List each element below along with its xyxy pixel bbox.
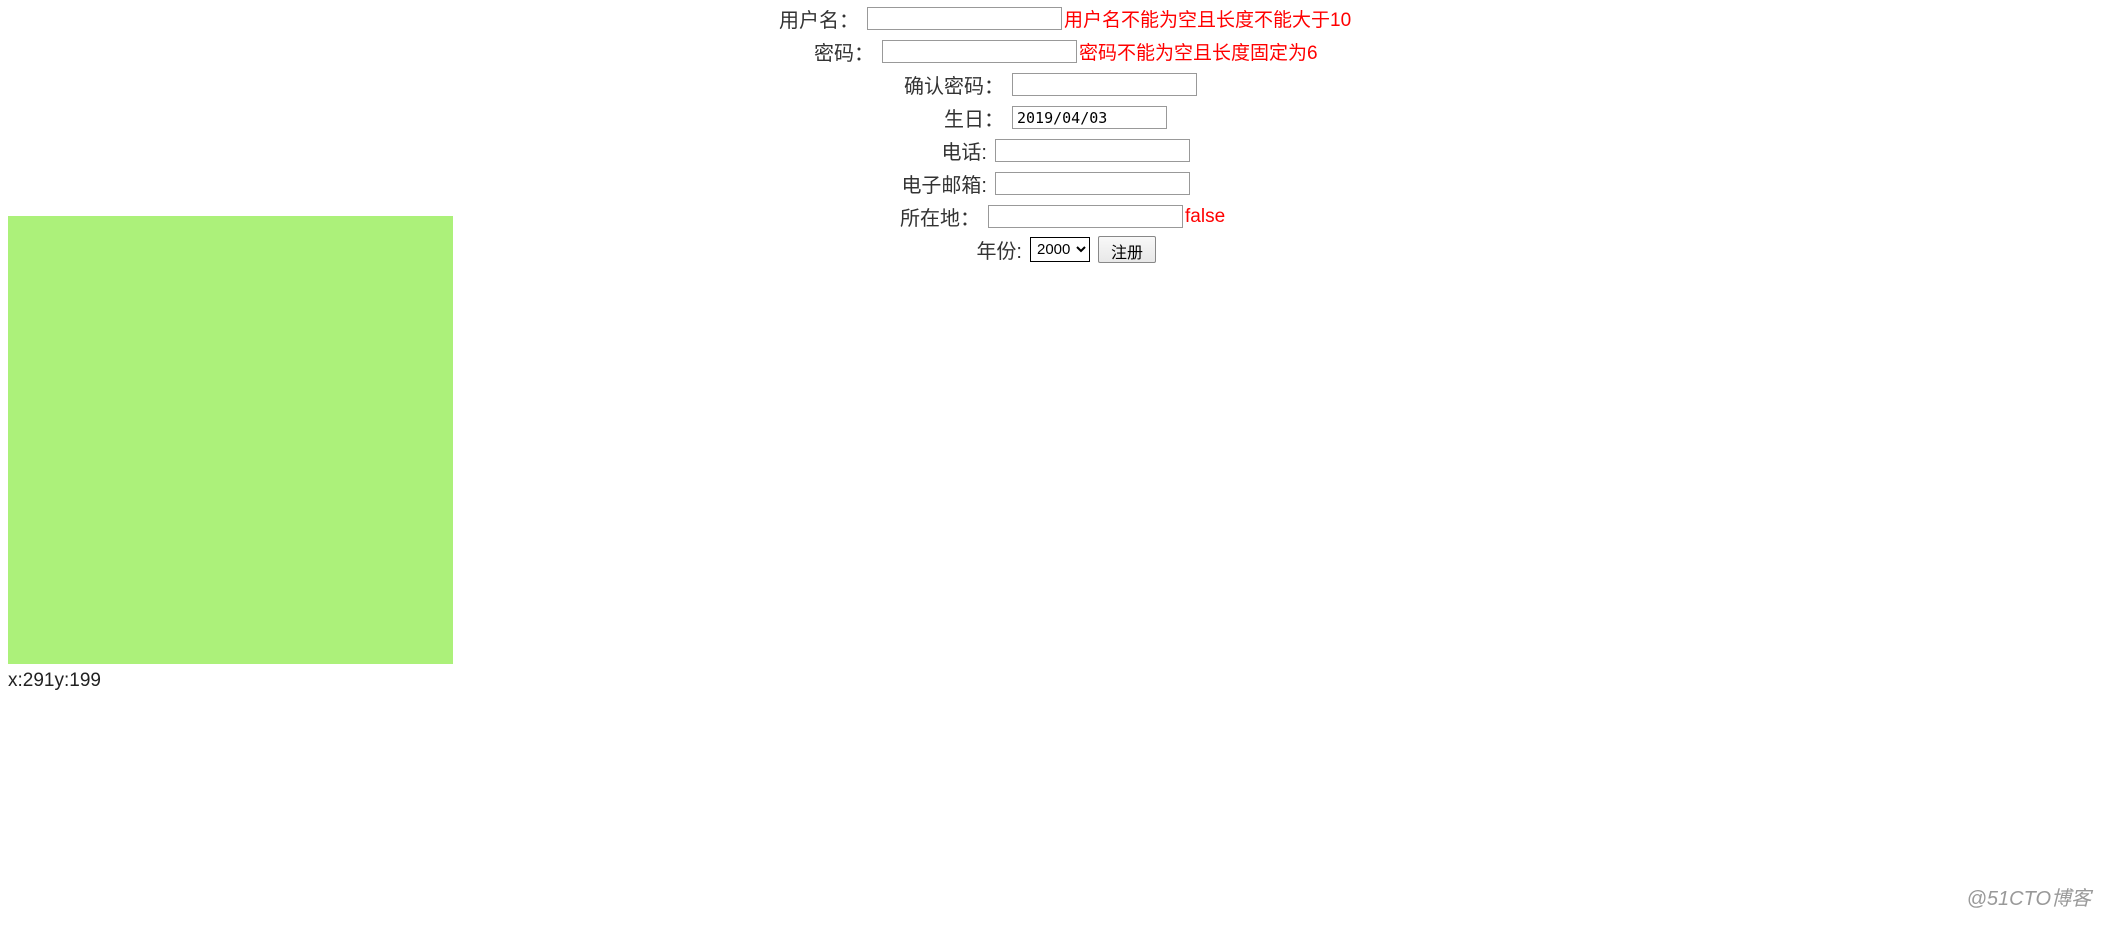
mouse-coords: x:291y:199	[8, 670, 101, 692]
year-select[interactable]: 2000	[1030, 237, 1090, 262]
username-error: 用户名不能为空且长度不能大于10	[1064, 5, 1351, 32]
row-password: 密码： 密码不能为空且长度固定为6	[0, 38, 2109, 65]
watermark: @51CTO博客	[1967, 882, 2091, 911]
username-label: 用户名：	[0, 4, 867, 33]
password-error: 密码不能为空且长度固定为6	[1079, 38, 1318, 65]
row-confirm-password: 确认密码：	[0, 71, 2109, 98]
birthday-input[interactable]	[1012, 106, 1167, 129]
email-input[interactable]	[995, 172, 1190, 195]
password-input[interactable]	[882, 40, 1077, 63]
birthday-label: 生日：	[0, 103, 1012, 132]
row-phone: 电话:	[0, 137, 2109, 164]
confirm-password-input[interactable]	[1012, 73, 1197, 96]
password-label: 密码：	[0, 37, 882, 66]
phone-label: 电话:	[0, 136, 995, 165]
username-input[interactable]	[867, 7, 1062, 30]
row-email: 电子邮箱:	[0, 170, 2109, 197]
email-label: 电子邮箱:	[0, 169, 995, 198]
row-birthday: 生日：	[0, 104, 2109, 131]
green-box[interactable]	[8, 216, 453, 664]
phone-input[interactable]	[995, 139, 1190, 162]
location-input[interactable]	[988, 205, 1183, 228]
register-button[interactable]: 注册	[1098, 236, 1156, 263]
confirm-password-label: 确认密码：	[0, 70, 1012, 99]
row-username: 用户名： 用户名不能为空且长度不能大于10	[0, 5, 2109, 32]
location-error: false	[1185, 206, 1225, 228]
